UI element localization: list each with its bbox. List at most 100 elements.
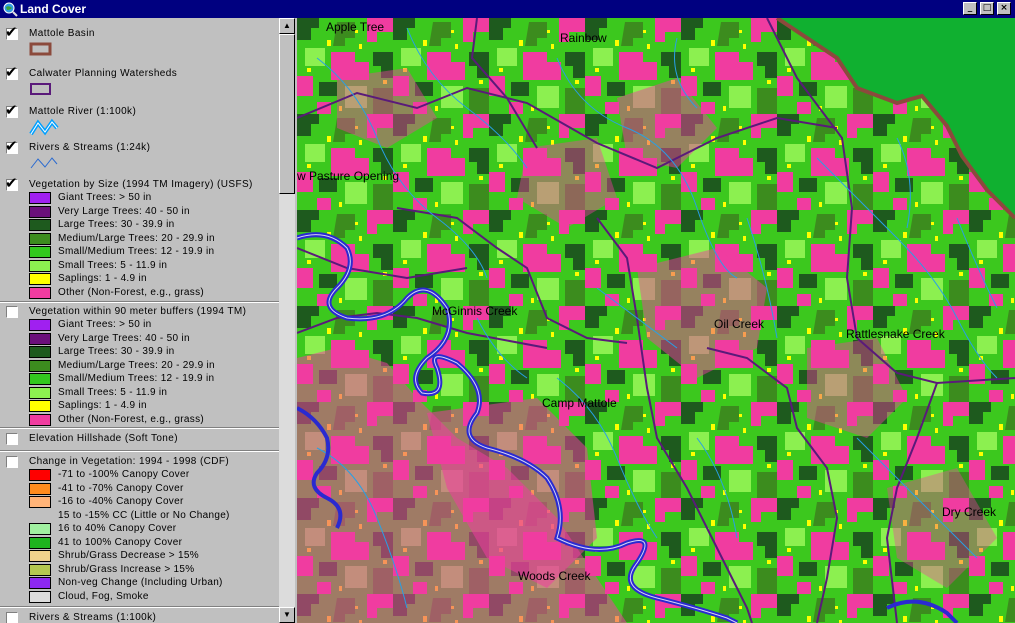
window-titlebar: Land Cover _ □ × [0,0,1015,18]
legend-color-swatch [29,219,51,231]
legend-color-swatch [29,563,51,576]
legend-class-label: Small Trees: 5 - 11.9 in [58,386,168,398]
theme-visibility-checkbox[interactable] [6,612,18,623]
theme-vegetation-buffers: Vegetation within 90 meter buffers (1994… [0,304,279,426]
theme-label: Vegetation within 90 meter buffers (1994… [29,306,247,317]
legend-color-swatch [29,400,51,412]
legend-class-label: Very Large Trees: 40 - 50 in [58,332,190,344]
land-cover-map[interactable]: Apple Tree Rainbow w Pasture Opening McG… [297,18,1015,623]
check-mark-icon: ✔ [5,23,18,41]
legend-color-swatch [29,359,51,372]
theme-visibility-checkbox[interactable] [6,433,18,445]
map-label-pasture-opening: w Pasture Opening [297,169,399,183]
legend-class-label: Large Trees: 30 - 39.9 in [58,219,175,230]
theme-label: Elevation Hillshade (Soft Tone) [29,433,178,444]
legend-class-label: Saplings: 1 - 4.9 in [58,273,147,284]
legend-panel: ✔ Mattole Basin ✔ Calwater Planning Wate… [0,18,280,623]
legend-class-label: Large Trees: 30 - 39.9 in [58,346,175,357]
theme-label: Calwater Planning Watersheds [29,68,178,79]
legend-color-swatch [29,590,51,603]
minimize-button[interactable]: _ [963,2,977,15]
legend-class-label: 41 to 100% Canopy Cover [58,536,183,548]
legend-class-label: Saplings: 1 - 4.9 in [58,400,147,411]
window-title: Land Cover [20,2,87,16]
legend-divider [0,427,279,429]
theme-visibility-checkbox[interactable]: ✔ [5,64,18,80]
legend-color-swatch [29,332,51,345]
legend-color-swatch [29,273,51,285]
theme-visibility-checkbox[interactable]: ✔ [5,138,18,154]
theme-elevation-hillshade: Elevation Hillshade (Soft Tone) [0,431,279,449]
legend-color-swatch [29,205,51,218]
legend-class-label: Very Large Trees: 40 - 50 in [58,205,190,217]
legend-color-swatch [29,386,51,399]
watershed-outline-icon [30,83,51,95]
scroll-thumb[interactable] [279,34,295,194]
theme-visibility-checkbox[interactable]: ✔ [5,102,18,118]
maximize-button[interactable]: □ [980,2,994,15]
legend-color-swatch [29,413,51,426]
map-label-mcginnis-creek: McGinnis Creek [432,304,518,318]
theme-label: Change in Vegetation: 1994 - 1998 (CDF) [29,456,230,467]
legend-divider [0,301,279,303]
legend-color-swatch [29,286,51,299]
theme-mattole-basin: ✔ Mattole Basin [0,24,279,62]
theme-calwater-watersheds: ✔ Calwater Planning Watersheds [0,64,279,100]
theme-label: Rivers & Streams (1:100k) [29,612,157,623]
legend-color-swatch [29,319,51,331]
legend-class-label: Small Trees: 5 - 11.9 in [58,259,168,271]
legend-class-label: Giant Trees: > 50 in [58,319,152,330]
legend-class-label: -71 to -100% Canopy Cover [58,469,190,480]
legend-class-label: -16 to -40% Canopy Cover [58,496,184,507]
theme-label: Rivers & Streams (1:24k) [29,142,151,153]
legend-divider [0,450,279,452]
legend-class-label: Medium/Large Trees: 20 - 29.9 in [58,232,215,244]
legend-color-swatch [29,373,51,385]
theme-mattole-river: ✔ Mattole River (1:100k) [0,102,279,138]
legend-scrollbar[interactable]: ▲ ▼ [279,18,295,623]
theme-label: Vegetation by Size (1994 TM Imagery) (US… [29,179,253,190]
legend-class-label: Shrub/Grass Increase > 15% [58,563,195,575]
river-line-icon [29,118,59,136]
stream-line-icon [30,157,58,169]
map-view[interactable]: Apple Tree Rainbow w Pasture Opening McG… [297,18,1015,623]
theme-rivers-streams-24k: ✔ Rivers & Streams (1:24k) [0,138,279,174]
legend-class-label: Other (Non-Forest, e.g., grass) [58,413,205,425]
theme-label: Mattole River (1:100k) [29,106,137,117]
legend-class-label: Other (Non-Forest, e.g., grass) [58,286,205,298]
legend-color-swatch [29,346,51,358]
theme-visibility-checkbox[interactable] [6,306,18,318]
theme-visibility-checkbox[interactable]: ✔ [5,175,18,191]
legend-color-swatch [29,523,51,535]
theme-rivers-streams-100k: Rivers & Streams (1:100k) [0,610,279,623]
legend-class-label: Small/Medium Trees: 12 - 19.9 in [58,373,215,384]
legend-class-label: Giant Trees: > 50 in [58,192,152,203]
close-button[interactable]: × [997,2,1011,15]
legend-class-label: Small/Medium Trees: 12 - 19.9 in [58,246,215,257]
legend-color-swatch [29,246,51,258]
map-label-woods-creek: Woods Creek [518,569,591,583]
legend-class-label: Cloud, Fog, Smoke [58,590,149,602]
mattole-basin-outline-icon [29,42,52,56]
legend-class-label: Medium/Large Trees: 20 - 29.9 in [58,359,215,371]
scroll-down-arrow-icon[interactable]: ▼ [279,607,295,623]
legend-color-swatch [29,232,51,245]
theme-visibility-checkbox[interactable]: ✔ [5,24,18,40]
legend-color-swatch [29,469,51,481]
map-label-dry-creek: Dry Creek [942,505,997,519]
legend-class-label: 15 to -15% CC (Little or No Change) [58,509,230,521]
map-label-rainbow: Rainbow [560,31,607,45]
legend-color-swatch [29,536,51,549]
legend-class-label: Shrub/Grass Decrease > 15% [58,550,199,561]
theme-visibility-checkbox[interactable] [6,456,18,468]
legend-color-swatch [29,550,51,562]
theme-change-in-vegetation: Change in Vegetation: 1994 - 1998 (CDF) … [0,454,279,606]
legend-color-swatch [29,192,51,204]
theme-vegetation-by-size: ✔ Vegetation by Size (1994 TM Imagery) (… [0,175,279,299]
scroll-up-arrow-icon[interactable]: ▲ [279,18,295,34]
check-mark-icon: ✔ [5,101,18,119]
legend-divider [0,606,279,608]
check-mark-icon: ✔ [5,174,18,192]
theme-label: Mattole Basin [29,28,95,39]
legend-color-swatch [29,577,51,589]
